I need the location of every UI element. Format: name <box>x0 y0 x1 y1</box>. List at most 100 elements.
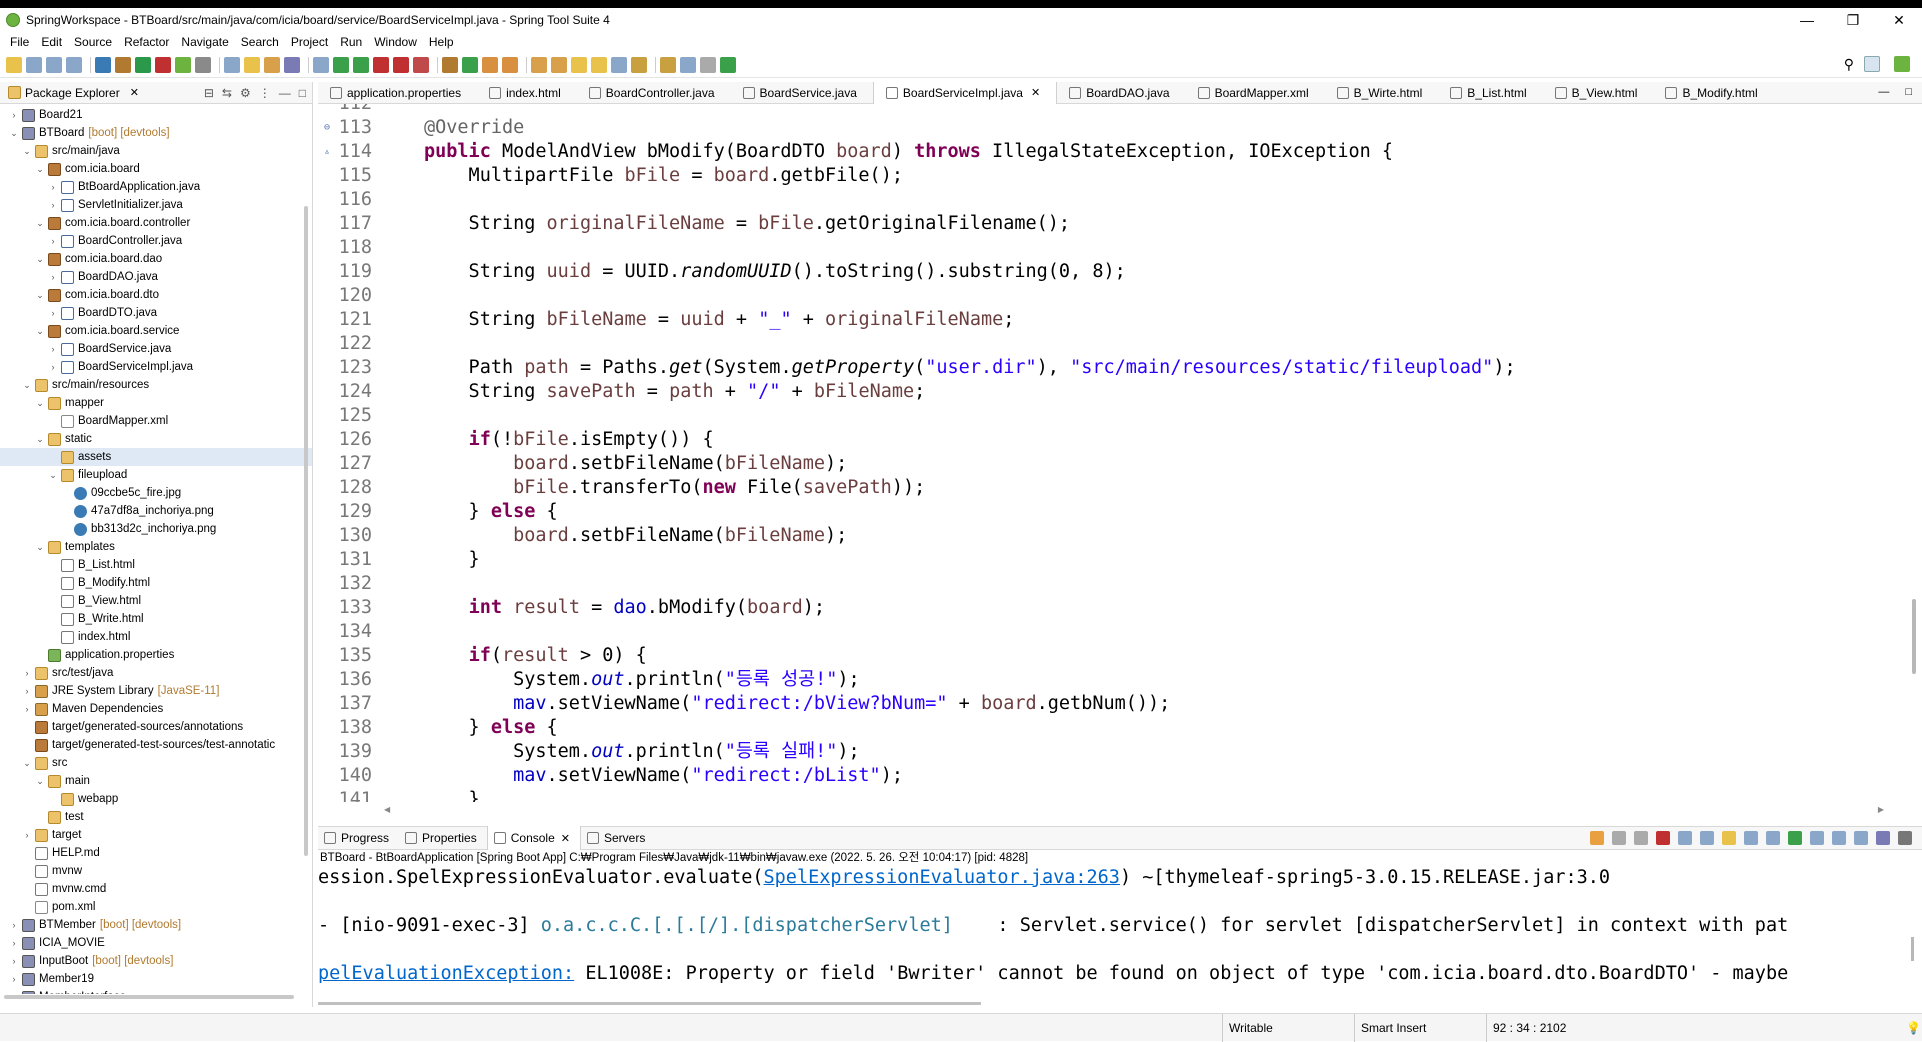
editor-tab[interactable]: application.properties <box>318 82 477 104</box>
expand-arrow-icon[interactable]: › <box>8 956 20 966</box>
code-line[interactable]: @Override <box>424 116 1902 140</box>
code-line[interactable] <box>424 332 1902 356</box>
minimize-view-icon[interactable]: — <box>279 86 291 100</box>
collapse-arrow-icon[interactable]: ⌄ <box>8 128 20 139</box>
tree-node[interactable]: › BoardDTO.java <box>0 304 312 322</box>
editor-tab[interactable]: B_View.html <box>1543 82 1654 104</box>
tree-node[interactable]: ⌄ com.icia.board.controller <box>0 214 312 232</box>
editor-tab[interactable]: B_List.html <box>1438 82 1542 104</box>
tree-node[interactable]: mvnw <box>0 862 312 880</box>
pin-editor-icon[interactable] <box>660 56 676 73</box>
console-tool-icon[interactable] <box>1876 831 1890 845</box>
filter-icon[interactable]: ⚙ <box>240 86 251 100</box>
console-tool-icon[interactable] <box>1590 831 1604 845</box>
editor-tab[interactable]: BoardDAO.java <box>1057 82 1185 104</box>
tree-node[interactable]: ⌄ src/main/resources <box>0 376 312 394</box>
tree-vertical-scrollbar[interactable] <box>304 206 308 856</box>
debug-icon[interactable] <box>313 56 329 73</box>
expand-arrow-icon[interactable]: › <box>8 938 20 948</box>
tree-node[interactable]: target/generated-sources/annotations <box>0 718 312 736</box>
tree-node[interactable]: bb313d2c_inchoriya.png <box>0 520 312 538</box>
menu-window[interactable]: Window <box>368 35 423 49</box>
close-button[interactable]: ✕ <box>1876 8 1922 32</box>
collapse-arrow-icon[interactable]: ⌄ <box>34 542 46 553</box>
code-line[interactable]: String bFileName = uuid + "_" + original… <box>424 308 1902 332</box>
tree-node[interactable]: test <box>0 808 312 826</box>
collapse-arrow-icon[interactable]: ⌄ <box>47 470 59 481</box>
code-line[interactable] <box>424 104 1902 116</box>
new-java-project-icon[interactable] <box>442 56 458 73</box>
tree-node[interactable]: ⌄ fileupload <box>0 466 312 484</box>
close-tab-icon[interactable]: ✕ <box>561 832 570 845</box>
console-tool-icon[interactable] <box>1810 831 1824 845</box>
expand-arrow-icon[interactable]: › <box>8 920 20 930</box>
expand-arrow-icon[interactable]: › <box>21 686 33 696</box>
code-line[interactable]: if(result > 0) { <box>424 644 1902 668</box>
code-line[interactable]: board.setbFileName(bFileName); <box>424 452 1902 476</box>
expand-arrow-icon[interactable]: › <box>21 668 33 678</box>
collapse-arrow-icon[interactable]: ⌄ <box>21 146 33 157</box>
last-edit-icon[interactable] <box>591 56 607 73</box>
menu-project[interactable]: Project <box>285 35 334 49</box>
console-tool-icon[interactable] <box>1700 831 1714 845</box>
code-line[interactable] <box>424 572 1902 596</box>
code-line[interactable]: mav.setViewName("redirect:/bList"); <box>424 764 1902 788</box>
console-tool-icon[interactable] <box>1788 831 1802 845</box>
maximize-editor-icon[interactable]: □ <box>1905 86 1912 98</box>
tree-node[interactable]: target/generated-test-sources/test-annot… <box>0 736 312 754</box>
override-marker-icon[interactable]: ▵ <box>324 140 330 164</box>
scroll-right-icon[interactable]: ▶ <box>1878 805 1884 814</box>
previous-annotation-icon[interactable] <box>571 56 587 73</box>
tree-node[interactable]: › src/test/java <box>0 664 312 682</box>
search-file-icon[interactable] <box>531 56 547 73</box>
tab-console[interactable]: Console ✕ <box>486 826 581 850</box>
expand-arrow-icon[interactable]: › <box>8 992 20 994</box>
code-line[interactable]: String originalFileName = bFile.getOrigi… <box>424 212 1902 236</box>
toggle-word-wrap-icon[interactable] <box>264 56 280 73</box>
menu-search[interactable]: Search <box>235 35 285 49</box>
tree-node[interactable]: › JRE System Library [JavaSE-11] <box>0 682 312 700</box>
tree-node[interactable]: ⌄ com.icia.board.dto <box>0 286 312 304</box>
tree-node[interactable]: ⌄ com.icia.board.dao <box>0 250 312 268</box>
collapse-arrow-icon[interactable]: ⌄ <box>34 218 46 229</box>
expand-arrow-icon[interactable]: › <box>21 830 33 840</box>
link-icon[interactable] <box>700 56 716 73</box>
open-perspective-icon[interactable] <box>720 56 736 73</box>
boot-relaunch-icon[interactable] <box>175 56 191 73</box>
tree-node[interactable]: ⌄ static <box>0 430 312 448</box>
expand-arrow-icon[interactable]: › <box>47 182 59 192</box>
tree-node[interactable]: mvnw.cmd <box>0 880 312 898</box>
tree-node[interactable]: › Member19 <box>0 970 312 988</box>
tab-servers[interactable]: Servers <box>581 826 655 850</box>
tree-node[interactable]: ⌄ src <box>0 754 312 772</box>
tree-node[interactable]: › target <box>0 826 312 844</box>
collapse-arrow-icon[interactable]: ⌄ <box>34 290 46 301</box>
collapse-arrow-icon[interactable]: ⌄ <box>21 758 33 769</box>
code-line[interactable] <box>424 284 1902 308</box>
close-icon[interactable]: ✕ <box>130 86 139 99</box>
code-line[interactable]: if(!bFile.isEmpty()) { <box>424 428 1902 452</box>
tree-node[interactable]: HELP.md <box>0 844 312 862</box>
console-tool-icon[interactable] <box>1612 831 1626 845</box>
tree-node[interactable]: › BoardController.java <box>0 232 312 250</box>
tree-node[interactable]: › BoardDAO.java <box>0 268 312 286</box>
tree-node[interactable]: › BoardServiceImpl.java <box>0 358 312 376</box>
expand-arrow-icon[interactable]: › <box>47 362 59 372</box>
editor-tab[interactable]: B_Modify.html <box>1653 82 1773 104</box>
console-horizontal-scrollbar[interactable] <box>318 1002 981 1005</box>
collapse-arrow-icon[interactable]: ⌄ <box>34 254 46 265</box>
tree-node[interactable]: ⌄ BTBoard [boot] [devtools] <box>0 124 312 142</box>
run-icon[interactable] <box>333 56 349 73</box>
link-editor-icon[interactable]: ⇆ <box>222 86 232 100</box>
console-tool-icon[interactable] <box>1854 831 1868 845</box>
menu-run[interactable]: Run <box>334 35 368 49</box>
tree-node[interactable]: ⌄ main <box>0 772 312 790</box>
console-tool-icon[interactable] <box>1898 831 1912 845</box>
code-line[interactable]: public ModelAndView bModify(BoardDTO boa… <box>424 140 1902 164</box>
code-area[interactable]: @Override public ModelAndView bModify(Boa… <box>424 104 1902 802</box>
tree-node[interactable]: › MemberInterface <box>0 988 312 994</box>
tab-properties[interactable]: Properties <box>399 826 487 850</box>
tab-progress[interactable]: Progress <box>318 826 399 850</box>
expand-arrow-icon[interactable]: › <box>47 308 59 318</box>
tree-node[interactable]: webapp <box>0 790 312 808</box>
